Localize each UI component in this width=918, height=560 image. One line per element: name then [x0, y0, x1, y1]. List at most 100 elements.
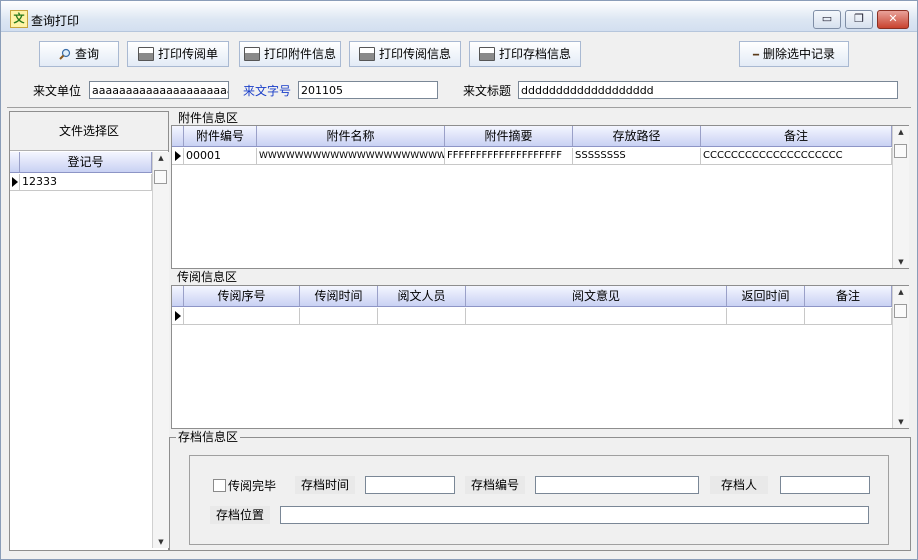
attachment-grid-header: 附件编号 附件名称 附件摘要 存放路径 备注	[172, 126, 892, 147]
storage-path-cell: SSSSSSSS	[573, 148, 701, 164]
attachment-number-cell: 00001	[184, 148, 257, 164]
unit-input[interactable]: aaaaaaaaaaaaaaaaaaaaaaaaaa	[89, 81, 229, 99]
print-circulation-info-label: 打印传阅信息	[378, 47, 451, 61]
printer-icon	[358, 46, 375, 61]
printer-icon	[478, 46, 495, 61]
attachment-remarks-header[interactable]: 备注	[701, 126, 892, 146]
archive-time-label: 存档时间	[295, 476, 356, 494]
document-title-label: 来文标题	[463, 84, 512, 98]
archive-inner-box	[189, 455, 889, 545]
attachment-name-cell: WWWWWWWWWWWWWWWWWWWWWWW	[257, 148, 445, 164]
attachment-scrollbar[interactable]: ▲ ▼	[892, 126, 909, 268]
circulation-time-cell	[300, 308, 378, 324]
print-circulation-sheet-label: 打印传阅单	[157, 47, 218, 61]
row-selector-header	[172, 126, 184, 146]
printer-icon	[137, 46, 154, 61]
left-scrollbar[interactable]: ▲ ▼	[152, 152, 169, 548]
archive-person-input[interactable]	[780, 476, 870, 494]
reading-opinion-header[interactable]: 阅文意见	[466, 286, 727, 306]
row-pointer-icon	[12, 177, 18, 187]
row-selector[interactable]	[172, 148, 184, 164]
scroll-up-icon[interactable]: ▲	[153, 152, 169, 164]
scroll-down-icon[interactable]: ▼	[893, 416, 909, 428]
query-button[interactable]: 查询	[39, 41, 119, 67]
circulation-remarks-header[interactable]: 备注	[805, 286, 892, 306]
scroll-thumb[interactable]	[154, 170, 167, 184]
divider	[7, 107, 911, 108]
printer-icon	[243, 46, 260, 61]
search-icon	[59, 48, 71, 60]
reader-header[interactable]: 阅文人员	[378, 286, 466, 306]
circulation-grid: 传阅序号 传阅时间 阅文人员 阅文意见 返回时间 备注 ▲ ▼	[171, 285, 909, 429]
row-pointer-icon	[175, 151, 181, 161]
attachment-group-title: 附件信息区	[176, 111, 241, 125]
archive-person-label: 存档人	[710, 476, 768, 494]
window-title: 查询打印	[31, 14, 80, 28]
scroll-down-icon[interactable]: ▼	[893, 256, 909, 268]
storage-path-header[interactable]: 存放路径	[573, 126, 701, 146]
attachment-remarks-cell: CCCCCCCCCCCCCCCCCCCC	[701, 148, 892, 164]
archive-location-input[interactable]	[280, 506, 869, 524]
scroll-thumb[interactable]	[894, 144, 907, 158]
file-selection-panel: 文件选择区 登记号 12333 ▲ ▼	[9, 111, 169, 551]
row-selector[interactable]	[172, 308, 184, 324]
archive-time-input[interactable]	[365, 476, 455, 494]
attachment-name-header[interactable]: 附件名称	[257, 126, 445, 146]
scroll-thumb[interactable]	[894, 304, 907, 318]
read-done-label: 传阅完毕	[228, 479, 277, 493]
restore-icon: ❐	[854, 12, 864, 25]
print-archive-button[interactable]: 打印存档信息	[469, 41, 581, 67]
table-row[interactable]	[172, 308, 892, 325]
circulation-scrollbar[interactable]: ▲ ▼	[892, 286, 909, 428]
scroll-up-icon[interactable]: ▲	[893, 126, 909, 138]
document-title-input[interactable]: ddddddddddddddddddd	[518, 81, 898, 99]
circulation-seq-cell	[184, 308, 300, 324]
read-done-checkbox[interactable]	[213, 479, 226, 492]
reading-opinion-cell	[466, 308, 727, 324]
archive-location-label: 存档位置	[210, 506, 271, 524]
delete-selected-button[interactable]: ━ 删除选中记录	[739, 41, 849, 67]
print-archive-label: 打印存档信息	[498, 47, 571, 61]
minimize-button[interactable]: ▭	[813, 10, 841, 29]
print-circulation-sheet-button[interactable]: 打印传阅单	[127, 41, 229, 67]
query-label: 查询	[74, 47, 99, 61]
row-selector[interactable]	[10, 174, 20, 190]
circulation-group-title: 传阅信息区	[175, 270, 240, 284]
circulation-remarks-cell	[805, 308, 892, 324]
registration-number-cell: 12333	[20, 174, 152, 190]
reader-cell	[378, 308, 466, 324]
registration-number-header[interactable]: 登记号	[20, 152, 152, 172]
minimize-icon: ▭	[821, 12, 833, 25]
attachment-grid: 附件编号 附件名称 附件摘要 存放路径 备注 00001 WWWWWWWWWWW…	[171, 125, 909, 269]
table-row[interactable]: 12333	[10, 174, 152, 191]
minus-icon: ━	[752, 50, 759, 61]
close-button[interactable]: ✕	[877, 10, 909, 29]
unit-label: 来文单位	[33, 84, 82, 98]
archive-number-label: 存档编号	[465, 476, 526, 494]
attachment-summary-cell: FFFFFFFFFFFFFFFFFFFF	[445, 148, 573, 164]
file-selection-title: 文件选择区	[10, 112, 168, 151]
document-number-input[interactable]: 201105	[298, 81, 438, 99]
app-icon: 文	[10, 10, 28, 28]
row-pointer-icon	[175, 311, 181, 321]
print-circulation-info-button[interactable]: 打印传阅信息	[349, 41, 461, 67]
print-attachment-button[interactable]: 打印附件信息	[239, 41, 341, 67]
main-window: 文 查询打印 ▭ ❐ ✕ 查询 打印传阅单 打印附件信息 打印传阅信息 打印存档…	[0, 0, 918, 560]
scroll-down-icon[interactable]: ▼	[153, 536, 169, 548]
title-bar: 文 查询打印 ▭ ❐ ✕	[1, 1, 917, 32]
document-number-label: 来文字号	[243, 84, 292, 98]
circulation-grid-header: 传阅序号 传阅时间 阅文人员 阅文意见 返回时间 备注	[172, 286, 892, 307]
print-attachment-label: 打印附件信息	[263, 47, 336, 61]
close-icon: ✕	[888, 12, 898, 25]
restore-button[interactable]: ❐	[845, 10, 873, 29]
attachment-summary-header[interactable]: 附件摘要	[445, 126, 573, 146]
scroll-up-icon[interactable]: ▲	[893, 286, 909, 298]
archive-number-input[interactable]	[535, 476, 699, 494]
attachment-number-header[interactable]: 附件编号	[184, 126, 257, 146]
circulation-seq-header[interactable]: 传阅序号	[184, 286, 300, 306]
delete-selected-label: 删除选中记录	[763, 47, 836, 61]
return-time-header[interactable]: 返回时间	[727, 286, 805, 306]
circulation-time-header[interactable]: 传阅时间	[300, 286, 378, 306]
table-row[interactable]: 00001 WWWWWWWWWWWWWWWWWWWWWWW FFFFFFFFFF…	[172, 148, 892, 165]
archive-group-title: 存档信息区	[176, 430, 241, 444]
